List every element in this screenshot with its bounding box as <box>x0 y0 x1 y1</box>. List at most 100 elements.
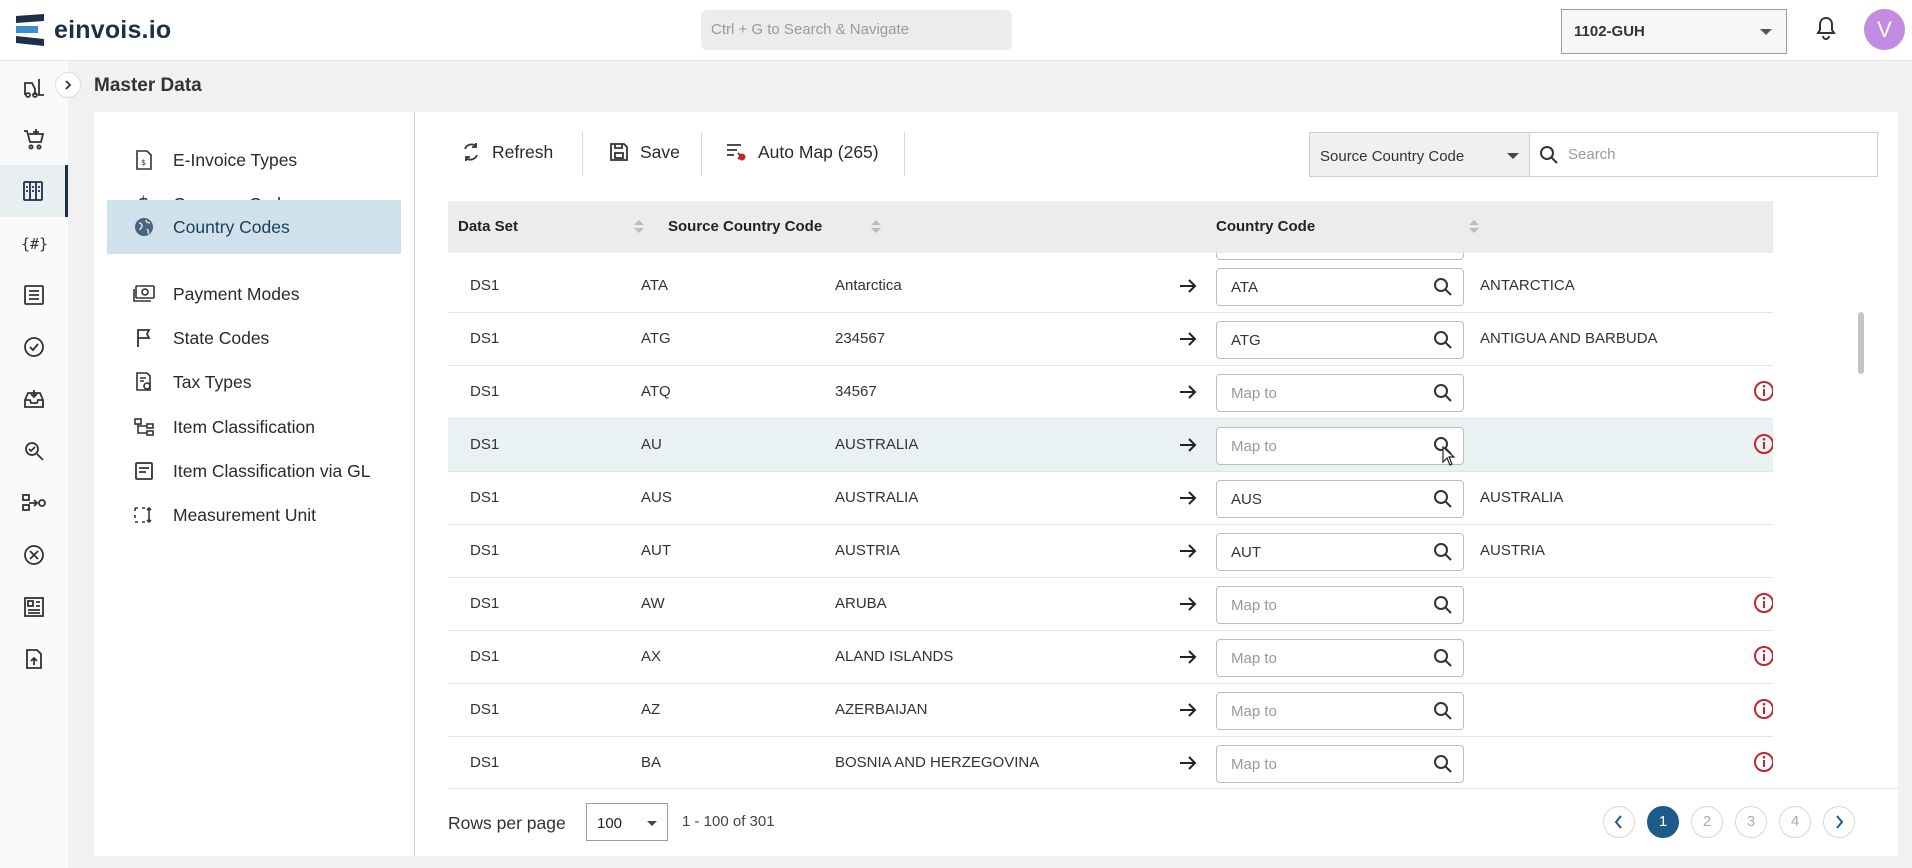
subnav-item-label: Country Codes <box>173 216 290 237</box>
cell-source-code: AU <box>641 436 662 453</box>
warning-info-icon[interactable] <box>1753 751 1773 777</box>
cell-source-name: ALAND ISLANDS <box>835 648 954 665</box>
header-country-code[interactable]: Country Code <box>1216 201 1315 253</box>
subnav-item-label: Item Classification via GL <box>173 460 371 481</box>
flag-icon <box>133 327 155 349</box>
map-input-value: AUS <box>1231 491 1262 508</box>
table-row[interactable]: DS1 AX ALAND ISLANDS Map to <box>448 631 1773 684</box>
page-button-1[interactable]: 1 <box>1647 806 1679 838</box>
search-icon[interactable] <box>1433 595 1453 619</box>
rail-check-circle-icon[interactable] <box>0 321 68 373</box>
arrow-right-icon <box>1179 649 1197 669</box>
header-source-country-code[interactable]: Source Country Code <box>668 201 822 253</box>
country-map-input[interactable]: Map to <box>1216 427 1464 465</box>
rail-code-icon[interactable]: {#} <box>0 217 68 269</box>
bell-icon[interactable] <box>1815 16 1837 45</box>
warning-info-icon[interactable] <box>1753 433 1773 459</box>
table-row[interactable]: DS1 AUS AUSTRALIA AUS AUSTRALIA <box>448 472 1773 525</box>
country-map-input[interactable]: ATA <box>1216 268 1464 306</box>
next-page-button[interactable] <box>1823 806 1855 838</box>
page-button-3[interactable]: 3 <box>1735 806 1767 838</box>
page-button-2[interactable]: 2 <box>1691 806 1723 838</box>
grid-search-input[interactable]: Search <box>1529 132 1878 177</box>
rail-expand-chevron-icon[interactable] <box>55 72 81 98</box>
svg-text:{#}: {#} <box>21 235 47 253</box>
table-row[interactable]: DS1 ATQ 34567 Map to <box>448 366 1773 419</box>
rail-search-doc-icon[interactable] <box>0 425 68 477</box>
country-map-input[interactable]: AUS <box>1216 480 1464 518</box>
chevron-right-icon <box>1836 815 1844 829</box>
table-row[interactable]: DS1 AU AUSTRALIA Map to <box>448 419 1773 472</box>
arrow-right-icon <box>1179 543 1197 563</box>
rail-cancel-icon[interactable] <box>0 529 68 581</box>
page-button-4[interactable]: 4 <box>1779 806 1811 838</box>
table-row[interactable]: DS1 AZ AZERBAIJAN Map to <box>448 684 1773 737</box>
svg-text:$: $ <box>141 158 146 167</box>
subnav-item-measurement-unit[interactable]: Measurement Unit <box>107 488 401 542</box>
country-map-input[interactable]: Map to <box>1216 374 1464 412</box>
country-map-input[interactable]: ATG <box>1216 321 1464 359</box>
rows-per-page-select[interactable]: 100 <box>586 803 668 841</box>
rail-cart-icon[interactable] <box>0 113 68 165</box>
rail-dashboard-icon[interactable] <box>0 581 68 633</box>
table-row[interactable]: DS1 BA BOSNIA AND HERZEGOVINA Map to <box>448 737 1773 788</box>
search-icon[interactable] <box>1433 648 1453 672</box>
sort-icon[interactable] <box>1469 220 1479 234</box>
sort-icon[interactable] <box>634 220 644 234</box>
search-icon[interactable] <box>1433 330 1453 354</box>
search-icon[interactable] <box>1433 701 1453 725</box>
cell-source-code: AW <box>641 595 665 612</box>
toolbar-divider <box>582 132 583 176</box>
toolbar-divider <box>701 132 702 176</box>
rail-flow-icon[interactable] <box>0 477 68 529</box>
header-data-set[interactable]: Data Set <box>458 201 518 253</box>
rows-per-page-value: 100 <box>597 815 623 832</box>
cell-source-code: ATG <box>641 330 671 347</box>
cell-data-set: DS1 <box>470 330 500 347</box>
save-button[interactable]: Save <box>609 133 680 171</box>
search-icon[interactable] <box>1433 489 1453 513</box>
rail-upload-icon[interactable] <box>0 633 68 685</box>
rail-list-icon[interactable] <box>0 269 68 321</box>
rail-inbox-icon[interactable] <box>0 373 68 425</box>
avatar[interactable]: V <box>1864 9 1905 50</box>
grid-scrollbar[interactable] <box>1858 312 1864 374</box>
search-icon[interactable] <box>1433 383 1453 407</box>
table-row[interactable]: DS1 AW ARUBA Map to <box>448 578 1773 631</box>
warning-info-icon[interactable] <box>1753 645 1773 671</box>
rail-master-data-icon[interactable] <box>0 165 68 217</box>
company-select[interactable]: 1102-GUH <box>1561 9 1787 54</box>
table-row[interactable]: DS1 ATA Antarctica ATA ANTARCTICA <box>448 260 1773 313</box>
subnav-item-country-codes[interactable]: Country Codes <box>107 200 401 254</box>
company-select-value: 1102-GUH <box>1574 23 1645 40</box>
prev-page-button[interactable] <box>1603 806 1635 838</box>
sort-icon[interactable] <box>871 220 881 234</box>
country-map-input[interactable]: Map to <box>1216 692 1464 730</box>
filter-field-select[interactable]: Source Country Code <box>1309 132 1529 177</box>
table-row[interactable]: DS1 ATG 234567 ATG ANTIGUA AND BARBUDA <box>448 313 1773 366</box>
subnav-item-label: E-Invoice Types <box>173 149 298 170</box>
search-icon[interactable] <box>1433 542 1453 566</box>
country-map-input[interactable]: AUT <box>1216 533 1464 571</box>
warning-info-icon[interactable] <box>1753 698 1773 724</box>
table-row[interactable]: DS1 AUT AUSTRIA AUT AUSTRIA <box>448 525 1773 578</box>
cell-data-set: DS1 <box>470 542 500 559</box>
refresh-button[interactable]: Refresh <box>461 133 553 171</box>
global-search-input[interactable]: Ctrl + G to Search & Navigate <box>701 10 1012 50</box>
save-label: Save <box>640 141 680 162</box>
arrow-right-icon <box>1179 331 1197 351</box>
country-map-input[interactable]: Map to <box>1216 639 1464 677</box>
warning-info-icon[interactable] <box>1753 592 1773 618</box>
warning-info-icon[interactable] <box>1753 380 1773 406</box>
country-map-input[interactable]: Map to <box>1216 745 1464 783</box>
map-input-value: Map to <box>1231 756 1277 773</box>
grid-body: DS1 ATA Antarctica ATA ANTARCTICA DS1 ATG 23456… <box>448 253 1773 788</box>
auto-map-button[interactable]: Auto Map (265) <box>725 133 879 171</box>
app-name: einvois.io <box>54 15 172 44</box>
app-logo[interactable]: einvois.io <box>16 14 171 46</box>
cell-data-set: DS1 <box>470 701 500 718</box>
cell-data-set: DS1 <box>470 489 500 506</box>
country-map-input[interactable]: Map to <box>1216 586 1464 624</box>
search-icon[interactable] <box>1433 277 1453 301</box>
search-icon[interactable] <box>1433 754 1453 778</box>
